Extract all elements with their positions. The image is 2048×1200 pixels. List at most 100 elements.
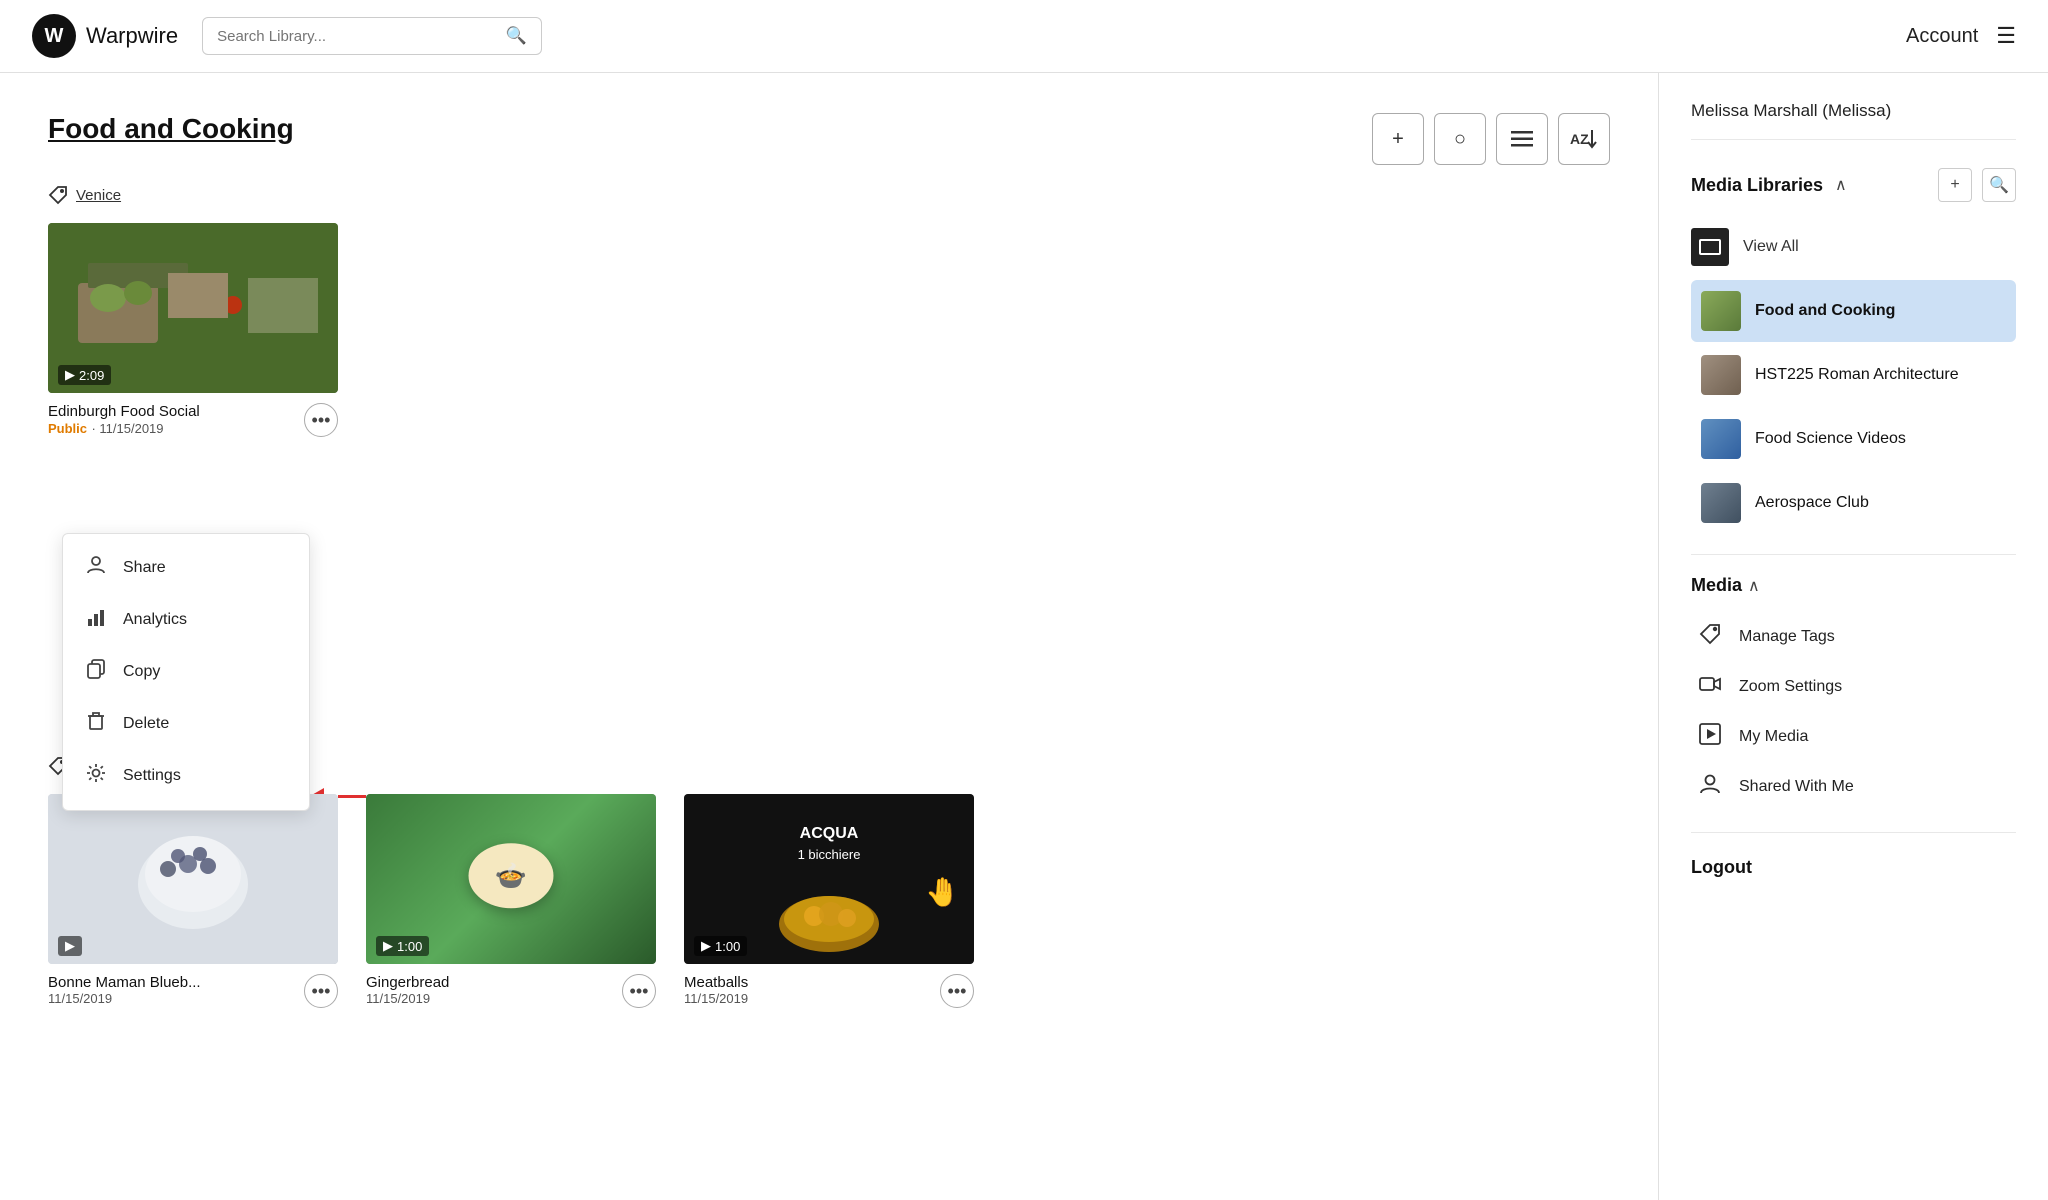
menu-item-copy[interactable]: Copy [63, 646, 309, 698]
sort-icon: AZ [1570, 128, 1598, 150]
menu-item-share[interactable]: Share [63, 542, 309, 594]
roman-arch-label: HST225 Roman Architecture [1755, 366, 1959, 384]
delete-icon [85, 711, 107, 737]
duration-meatballs: ▶ 1:00 [694, 936, 747, 956]
duration-gingerbread: ▶ 1:00 [376, 936, 429, 956]
copy-icon [85, 659, 107, 685]
trash-icon [86, 711, 106, 731]
video-meta-meatballs: Meatballs 11/15/2019 [684, 974, 940, 1006]
settings-label: Settings [123, 767, 181, 785]
content-area: Food and Cooking + ○ AZ [0, 73, 1658, 1200]
video-title-edinburgh: Edinburgh Food Social [48, 403, 304, 420]
video-title-bonne-maman: Bonne Maman Blueb... [48, 974, 304, 991]
logo-name: Warpwire [86, 23, 178, 49]
shared-with-me-icon [1695, 773, 1725, 801]
play-icon: ▶ [65, 367, 75, 383]
more-options-gingerbread[interactable]: ••• [622, 974, 656, 1008]
view-all-row[interactable]: View All [1691, 218, 2016, 276]
media-libraries-title: Media Libraries [1691, 175, 1823, 196]
search-input[interactable] [217, 28, 506, 45]
tag-icon [48, 185, 68, 205]
circle-button[interactable]: ○ [1434, 113, 1486, 165]
analytics-label: Analytics [123, 611, 187, 629]
search-library-button[interactable]: 🔍 [1982, 168, 2016, 202]
sidebar-item-shared-with-me[interactable]: Shared With Me [1691, 762, 2016, 812]
hamburger-menu-icon[interactable]: ☰ [1996, 23, 2016, 49]
media-section-title: Media [1691, 575, 1742, 596]
logo-icon: W [32, 14, 76, 58]
add-library-button[interactable]: + [1938, 168, 1972, 202]
video-thumb-meatballs[interactable]: ACQUA1 bicchiere 🤚 [684, 794, 974, 964]
sidebar-item-manage-tags[interactable]: Manage Tags [1691, 612, 2016, 662]
tag-row-venice: Venice [48, 185, 1610, 205]
sidebar-item-zoom-settings[interactable]: Zoom Settings [1691, 662, 2016, 712]
manage-tags-icon [1695, 623, 1725, 651]
search-bar[interactable]: 🔍 [202, 17, 542, 55]
media-section-header: Media ∧ [1691, 575, 2016, 596]
menu-item-delete[interactable]: Delete [63, 698, 309, 750]
play-btn-bonne-maman: ▶ [58, 936, 82, 956]
more-options-meatballs[interactable]: ••• [940, 974, 974, 1008]
sidebar-item-roman-architecture[interactable]: HST225 Roman Architecture [1691, 344, 2016, 406]
header: W Warpwire 🔍 Account ☰ [0, 0, 2048, 73]
menu-item-analytics[interactable]: Analytics [63, 594, 309, 646]
food-science-thumb [1701, 419, 1741, 459]
folder-icon [1699, 239, 1721, 255]
sort-button[interactable]: AZ [1558, 113, 1610, 165]
media-libraries-section: Media Libraries ∧ + 🔍 [1691, 168, 2016, 202]
account-label[interactable]: Account [1906, 25, 1978, 48]
media-chevron-icon[interactable]: ∧ [1748, 576, 1760, 596]
video-card-edinburgh: ▶ 2:09 Edinburgh Food Social Public · 11… [48, 223, 338, 438]
svg-text:AZ: AZ [1570, 131, 1589, 147]
video-info-edinburgh: Edinburgh Food Social Public · 11/15/201… [48, 403, 338, 438]
more-options-bonne-maman[interactable]: ••• [304, 974, 338, 1008]
menu-item-settings[interactable]: Settings [63, 750, 309, 802]
logo-area[interactable]: W Warpwire [32, 14, 178, 58]
video-thumb-gingerbread[interactable]: 🍲 ▶ 1:00 [366, 794, 656, 964]
copy-icon-svg [86, 659, 106, 679]
video-info-meatballs: Meatballs 11/15/2019 ••• [684, 974, 974, 1008]
view-all-label: View All [1743, 238, 1799, 256]
video-card-bonne-maman: ▶ Bonne Maman Blueb... 11/15/2019 ••• [48, 794, 338, 1008]
media-libraries-chevron-icon[interactable]: ∧ [1835, 175, 1847, 195]
video-meta-edinburgh: Edinburgh Food Social Public · 11/15/201… [48, 403, 304, 438]
video-info-gingerbread: Gingerbread 11/15/2019 ••• [366, 974, 656, 1008]
list-button[interactable] [1496, 113, 1548, 165]
bowl-visual: 🍲 [469, 843, 554, 908]
analytics-icon [85, 607, 107, 633]
zoom-settings-label: Zoom Settings [1739, 678, 1842, 696]
roman-arch-thumb [1701, 355, 1741, 395]
video-thumb-bonne-maman[interactable]: ▶ [48, 794, 338, 964]
video-thumb-edinburgh[interactable]: ▶ 2:09 [48, 223, 338, 393]
my-media-icon [1695, 723, 1725, 751]
share-icon [85, 555, 107, 581]
person-icon [86, 555, 106, 575]
sidebar-item-aerospace[interactable]: Aerospace Club [1691, 472, 2016, 534]
sidebar: Melissa Marshall (Melissa) Media Librari… [1658, 73, 2048, 1200]
page-title: Food and Cooking [48, 113, 294, 145]
video-title-meatballs: Meatballs [684, 974, 940, 991]
pan-visual [769, 874, 889, 954]
share-label: Share [123, 559, 166, 577]
sidebar-divider [1691, 554, 2016, 555]
duration-edinburgh: ▶ 2:09 [58, 365, 111, 385]
person-icon2 [1699, 773, 1721, 795]
context-menu: Share Analytics [62, 533, 310, 811]
shared-with-me-label: Shared With Me [1739, 778, 1854, 796]
add-button[interactable]: + [1372, 113, 1424, 165]
more-options-edinburgh[interactable]: ••• [304, 403, 338, 437]
logout-label[interactable]: Logout [1691, 857, 2016, 878]
media-libraries-title-row: Media Libraries ∧ [1691, 175, 1847, 196]
delete-label: Delete [123, 715, 169, 733]
video-meta-gingerbread: Gingerbread 11/15/2019 [366, 974, 622, 1006]
zoom-settings-icon [1695, 673, 1725, 701]
food-cooking-label: Food and Cooking [1755, 302, 1895, 320]
sidebar-item-my-media[interactable]: My Media [1691, 712, 2016, 762]
sidebar-item-food-cooking[interactable]: Food and Cooking [1691, 280, 2016, 342]
tag-venice[interactable]: Venice [76, 187, 121, 204]
sidebar-item-food-science[interactable]: Food Science Videos [1691, 408, 2016, 470]
sidebar-user: Melissa Marshall (Melissa) [1691, 101, 2016, 140]
play-icon2: ▶ [65, 938, 75, 954]
video-date-edinburgh: · 11/15/2019 [91, 421, 163, 436]
view-all-icon [1691, 228, 1729, 266]
